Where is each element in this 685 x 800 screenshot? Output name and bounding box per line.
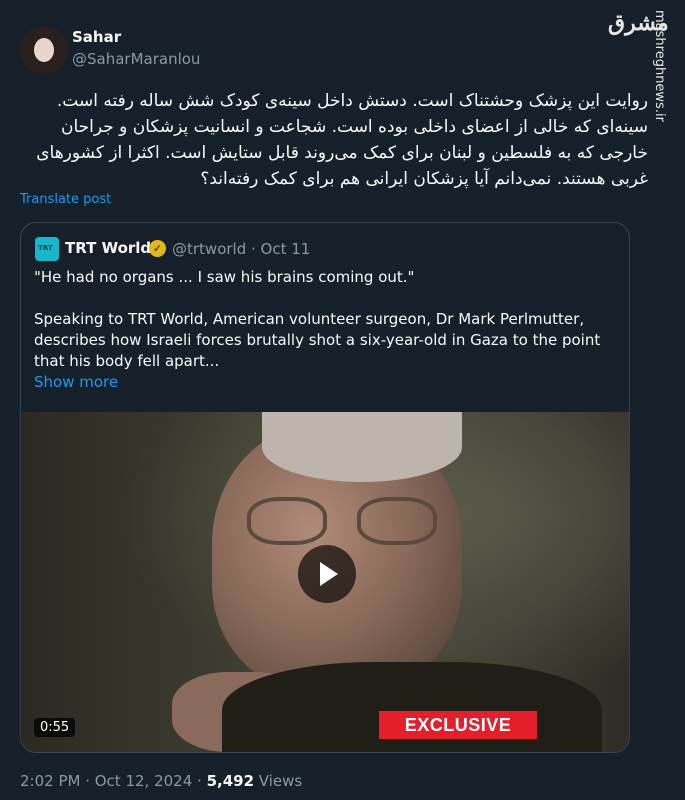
quoted-text: "He had no organs ... I saw his brains c… [34,267,619,393]
tweet-text: روایت این پزشک وحشتناک است. دستش داخل سی… [36,91,648,189]
quoted-handle-date: @trtworld · Oct 11 [172,240,311,258]
views-label: Views [254,772,303,790]
verified-badge-icon: ✓ [149,240,166,257]
show-more-link[interactable]: Show more [34,372,619,393]
quoted-quote-line: "He had no organs ... I saw his brains c… [34,268,415,286]
quoted-author-name[interactable]: TRT World [65,239,151,257]
quoted-avatar[interactable] [35,237,59,261]
author-name[interactable]: Sahar [72,28,121,46]
video-thumbnail-hair [262,412,462,482]
tweet-meta: 2:02 PM · Oct 12, 2024 · 5,492 Views [20,772,302,790]
quoted-body: Speaking to TRT World, American voluntee… [34,310,601,370]
tweet-timestamp[interactable]: 2:02 PM · Oct 12, 2024 · [20,772,207,790]
translate-post-link[interactable]: Translate post [20,192,111,207]
quoted-tweet-card[interactable]: TRT World ✓ @trtworld · Oct 11 "He had n… [20,222,630,753]
view-count: 5,492 [206,772,255,790]
play-icon[interactable] [298,545,356,603]
video-thumbnail-glasses [247,497,447,547]
author-avatar[interactable] [20,26,68,74]
exclusive-banner: EXCLUSIVE [379,711,537,739]
video-duration: 0:55 [34,718,76,737]
video-player[interactable]: 0:55 EXCLUSIVE [22,412,629,752]
watermark-url: mashreghnews.ir [652,10,667,122]
author-handle[interactable]: @SaharMaranlou [72,50,200,68]
